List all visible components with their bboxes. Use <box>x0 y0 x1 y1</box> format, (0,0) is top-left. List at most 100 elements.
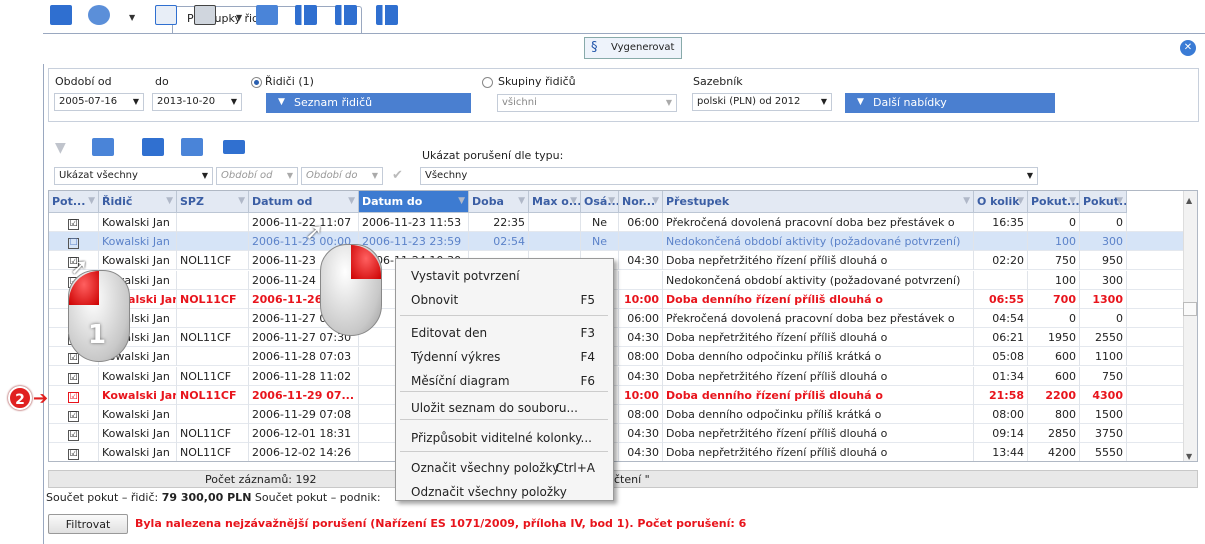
table-row[interactable]: ☑Kowalski Jan2006-11-29 07:08no08:00Doba… <box>49 405 1184 424</box>
folder-import-icon[interactable] <box>92 138 114 156</box>
table-row[interactable]: ☑Kowalski JanNOL11CF2006-12-02 14:26no04… <box>49 443 1184 461</box>
column-header[interactable]: Max o... ▼ <box>529 191 581 213</box>
column-header[interactable]: Řidič ▼ <box>99 191 177 213</box>
violation-type-select[interactable]: Všechny ▼ <box>420 167 1038 185</box>
vertical-scrollbar[interactable] <box>1183 191 1197 461</box>
confirm-checkbox[interactable]: ☑ <box>49 385 99 405</box>
column-header[interactable]: O kolik ▼ <box>974 191 1028 213</box>
resize-columns-icon[interactable] <box>223 140 245 154</box>
email-icon[interactable] <box>256 5 278 25</box>
table-cell-f2: 1300 <box>1080 289 1127 309</box>
add-columns-icon[interactable] <box>142 138 164 156</box>
column-filter-icon[interactable]: ▼ <box>348 196 355 206</box>
column-header[interactable]: Datum od ▼ <box>249 191 359 213</box>
drivers-radio[interactable] <box>251 77 262 88</box>
column-header[interactable]: Pokut... ▼ <box>1028 191 1080 213</box>
table-row[interactable]: ☑Kowalski JanNOL11CF2006-11-28 11:02no04… <box>49 366 1184 386</box>
chart-week-icon[interactable] <box>335 5 357 25</box>
table-cell-nor: 06:00 <box>619 309 663 328</box>
context-menu-item[interactable]: Týdenní výkres F4 <box>396 346 613 368</box>
generate-button[interactable]: § Vygenerovat <box>584 37 682 59</box>
confirm-checkbox[interactable]: ☑ <box>49 443 99 461</box>
filter-icon[interactable]: ▼ <box>55 140 71 156</box>
apply-check-icon[interactable]: ✔ <box>392 168 403 183</box>
chart-month-icon[interactable] <box>376 5 398 25</box>
checkbox[interactable]: ☑ <box>68 391 79 403</box>
table-row[interactable]: ☑ Kowalski Jan 2006-11-22 11:07 2006-11-23 … <box>49 213 1184 232</box>
column-filter-icon[interactable]: ▼ <box>608 196 615 206</box>
column-header[interactable]: Doba ▼ <box>469 191 529 213</box>
table-row[interactable]: ☑Kowalski JanNOL11CF2006-11-26no10:00Dob… <box>49 289 1184 309</box>
context-menu-item[interactable]: Obnovit F5 <box>396 289 613 311</box>
column-filter-icon[interactable]: ▼ <box>166 196 173 206</box>
scrollbar-thumb[interactable] <box>1183 302 1197 316</box>
confirm-checkbox[interactable]: ☑ <box>49 366 99 386</box>
context-menu-item[interactable]: Uložit seznam do souboru... <box>396 397 613 419</box>
checkbox[interactable]: ☑ <box>68 353 79 365</box>
column-filter-icon[interactable]: ▼ <box>963 196 970 206</box>
checkbox[interactable]: ☑ <box>68 449 79 461</box>
close-icon[interactable]: ✕ <box>1180 40 1196 56</box>
confirm-checkbox[interactable]: ☑ <box>49 213 99 232</box>
column-filter-icon[interactable]: ▼ <box>652 196 659 206</box>
settings-icon[interactable] <box>88 5 110 25</box>
context-menu-item[interactable]: Přizpůsobit viditelné kolonky... <box>396 427 613 449</box>
export-icon[interactable] <box>181 138 203 156</box>
checkbox[interactable]: ☑ <box>68 430 79 442</box>
column-header[interactable]: Přestupek ▼ <box>663 191 974 213</box>
checkbox[interactable]: ☑ <box>68 411 79 422</box>
filter-button[interactable]: Filtrovat <box>48 514 128 534</box>
show-all-select[interactable]: Ukázat všechny ▼ <box>54 167 213 185</box>
column-filter-icon[interactable]: ▼ <box>458 196 465 206</box>
pdf-icon[interactable] <box>194 5 216 25</box>
context-menu-item[interactable]: Odznačit všechny položky <box>396 481 613 503</box>
groups-select[interactable]: všichni ▼ <box>497 94 677 112</box>
scroll-down-icon[interactable]: ▼ <box>1186 452 1192 461</box>
column-header[interactable]: Datum do ▼ <box>359 191 469 213</box>
confirm-checkbox[interactable]: ☐ <box>49 232 99 252</box>
add-grid-icon[interactable] <box>50 5 72 25</box>
context-menu-item[interactable]: Označit všechny položky Ctrl+A <box>396 457 613 479</box>
column-filter-icon[interactable]: ▼ <box>1116 196 1123 206</box>
checkbox[interactable]: ☑ <box>68 219 79 230</box>
search-icon[interactable] <box>155 5 177 25</box>
date-from-select[interactable]: Období od ▼ <box>216 167 298 185</box>
column-filter-icon[interactable]: ▼ <box>518 196 525 206</box>
column-header[interactable]: Osá... ▼ <box>581 191 619 213</box>
chevron-down-icon[interactable]: ▼ <box>236 13 242 22</box>
table-row[interactable]: ☐ Kowalski Jan 2006-11-23 00:00 2006-11-23 … <box>49 232 1184 252</box>
column-header[interactable]: Pot... ▼ <box>49 191 99 213</box>
chart-icon[interactable] <box>295 5 317 25</box>
table-row[interactable]: ☑Kowalski JanNOL11CF2006-12-01 18:31no04… <box>49 424 1184 444</box>
table-row[interactable]: ☑Kowalski JanNOL11CF2006-11-29 07...no10… <box>49 385 1184 405</box>
column-filter-icon[interactable]: ▼ <box>1017 196 1024 206</box>
checkbox[interactable]: ☑ <box>68 372 79 384</box>
more-options-button[interactable]: ▼ Další nabídky <box>845 93 1055 113</box>
checkbox[interactable]: ☐ <box>68 238 79 250</box>
column-filter-icon[interactable]: ▼ <box>238 196 245 206</box>
period-to-select[interactable]: 2013-10-20 ▼ <box>152 93 242 111</box>
tariff-select[interactable]: polski (PLN) od 2012 ▼ <box>692 93 832 111</box>
period-from-select[interactable]: 2005-07-16 ▼ <box>54 93 144 111</box>
context-menu-item[interactable]: Vystavit potvrzení <box>396 265 613 287</box>
drivers-list-button[interactable]: ▼ Seznam řidičů <box>266 93 471 113</box>
table-row[interactable]: ☑Kowalski JanNOL11CF2006-11-27 07:30le04… <box>49 328 1184 348</box>
table-row[interactable]: ☑Kowalski Jan2006-11-28 07:03no08:00Doba… <box>49 347 1184 367</box>
date-to-select[interactable]: Období do ▼ <box>301 167 383 185</box>
confirm-checkbox[interactable]: ☑ <box>49 424 99 444</box>
context-menu-item[interactable]: Editovat den F3 <box>396 322 613 344</box>
column-filter-icon[interactable]: ▼ <box>88 196 95 206</box>
table-row[interactable]: ☑Kowalski Jan2006-11-27 0le06:00Překroče… <box>49 309 1184 328</box>
table-row[interactable]: ☑ Kowalski Jan NOL11CF 2006-11-23 2006-11-24… <box>49 251 1184 271</box>
column-header[interactable]: Pokut... ▼ <box>1080 191 1127 213</box>
column-header[interactable]: Nor... ▼ <box>619 191 663 213</box>
column-filter-icon[interactable]: ▼ <box>570 196 577 206</box>
driver-groups-radio[interactable] <box>482 77 493 88</box>
confirm-checkbox[interactable]: ☑ <box>49 405 99 424</box>
chevron-down-icon[interactable]: ▼ <box>129 13 135 22</box>
column-filter-icon[interactable]: ▼ <box>1069 196 1076 206</box>
scroll-up-icon[interactable]: ▲ <box>1186 196 1192 205</box>
column-header[interactable]: SPZ ▼ <box>177 191 249 213</box>
context-menu-item[interactable]: Měsíční diagram F6 <box>396 370 613 392</box>
table-row[interactable]: ☑Kowalski Jan2006-11-24leNedokončená obd… <box>49 270 1184 290</box>
